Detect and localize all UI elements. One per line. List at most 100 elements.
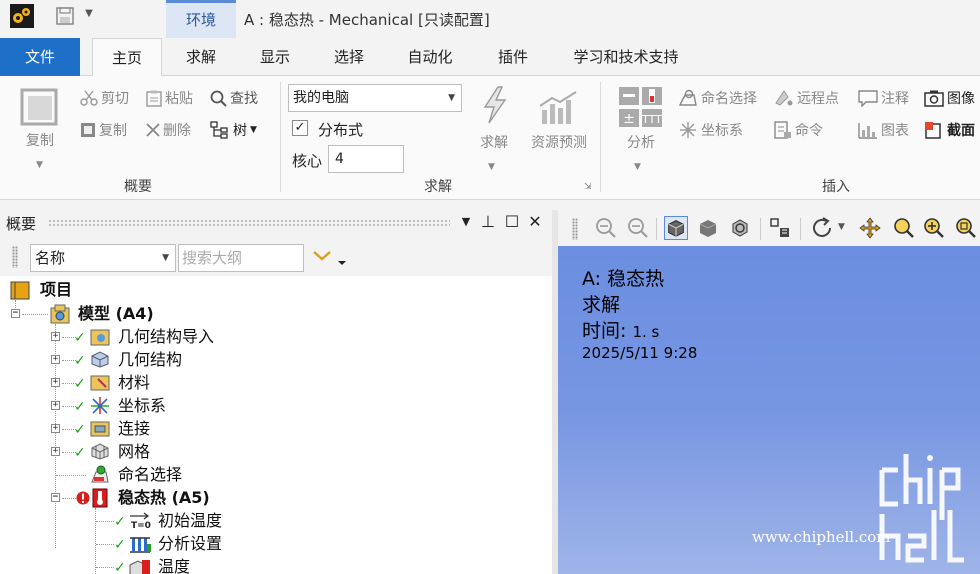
panel-drag-grip[interactable]: [48, 219, 450, 227]
solve-lightning-icon[interactable]: [480, 86, 510, 124]
tree-item-initial-temperature[interactable]: ✓ T=0 初始温度: [0, 509, 300, 532]
tab-plugins[interactable]: 插件: [478, 38, 548, 76]
chart-button[interactable]: 图表: [858, 120, 909, 140]
resource-predict-label[interactable]: 资源预测: [522, 132, 596, 152]
expand-icon[interactable]: +: [51, 401, 60, 410]
outline-group-label: 概要: [124, 179, 152, 195]
graphics-viewport[interactable]: A: 稳态热 求解 时间: 1. s 2025/5/11 9:28 www.ch…: [558, 246, 980, 574]
cores-input[interactable]: 4: [328, 145, 404, 173]
solve-machine-select[interactable]: 我的电脑 ▼: [288, 84, 462, 112]
tab-solve[interactable]: 求解: [166, 38, 236, 76]
tab-selection[interactable]: 选择: [314, 38, 384, 76]
zoom-icon[interactable]: [892, 216, 916, 240]
status-check-icon: ✓: [74, 330, 86, 346]
find-label: 查找: [230, 91, 258, 107]
mechanical-app-logo-icon[interactable]: [10, 4, 34, 28]
tree-item-analysis-settings[interactable]: ✓ 分析设置: [0, 532, 300, 555]
tree-item-mesh[interactable]: + ✓ 网格: [0, 440, 300, 463]
shaded-icon[interactable]: [696, 216, 720, 240]
image-label: 图像: [947, 91, 975, 107]
rotate-icon[interactable]: [810, 216, 834, 240]
pin-icon[interactable]: ⊥: [478, 212, 498, 231]
copy-large-label[interactable]: 复制: [18, 130, 62, 150]
expand-icon[interactable]: +: [51, 355, 60, 364]
collapse-icon[interactable]: −: [51, 493, 60, 502]
geometry-import-icon: [90, 329, 110, 346]
tree-item-label: 材料: [118, 373, 151, 392]
tab-automation[interactable]: 自动化: [390, 38, 470, 76]
panel-menu-dropdown-icon[interactable]: ▼: [456, 215, 476, 228]
tree-item-materials[interactable]: + ✓ 材料: [0, 371, 300, 394]
solve-dropdown-icon[interactable]: ▼: [488, 162, 495, 172]
context-tab-environment[interactable]: 环境: [166, 0, 236, 38]
zoom-box-icon[interactable]: [922, 216, 946, 240]
tree-item-model[interactable]: − 模型 (A4): [0, 302, 300, 325]
expand-icon[interactable]: +: [51, 447, 60, 456]
maximize-icon[interactable]: ☐: [502, 212, 522, 231]
outline-panel-header: 概要 ▼ ⊥ ☐ ✕: [0, 210, 552, 236]
paste-label: 粘贴: [165, 91, 193, 107]
shaded-with-edges-icon[interactable]: [664, 216, 688, 240]
tree-item-project[interactable]: 项目: [0, 278, 300, 301]
outline-filter-select[interactable]: 名称 ▼: [30, 244, 176, 272]
duplicate-button[interactable]: 复制: [80, 120, 127, 140]
quick-access-dropdown-icon[interactable]: ▼: [82, 6, 96, 22]
outline-panel-title: 概要: [6, 215, 37, 233]
tree-item-coordinate-systems[interactable]: + ✓ 坐标系: [0, 394, 300, 417]
zoom-to-fit-icon[interactable]: [954, 216, 978, 240]
annotation-button[interactable]: 注释: [858, 88, 909, 108]
close-icon[interactable]: ✕: [525, 212, 545, 231]
coordinate-system-button[interactable]: 坐标系: [678, 120, 743, 140]
tree-item-steady-state-thermal[interactable]: − 稳态热 (A5): [0, 486, 300, 509]
tree-item-named-selections[interactable]: 命名选择: [0, 463, 300, 486]
rotate-dropdown-icon[interactable]: ▼: [838, 222, 845, 232]
paste-button[interactable]: 粘贴: [146, 88, 193, 108]
expand-icon[interactable]: +: [51, 424, 60, 433]
section-button[interactable]: 截面: [924, 120, 975, 140]
cut-button[interactable]: 剪切: [80, 88, 129, 108]
analysis-label[interactable]: 分析: [620, 132, 662, 152]
tree-item-temperature[interactable]: ✓ 温度: [0, 555, 300, 574]
tree-button[interactable]: 树 ▼: [210, 120, 257, 140]
dialog-launcher-icon[interactable]: ⇲: [584, 182, 592, 192]
zoom-fit-icon[interactable]: [626, 216, 650, 240]
search-options-chevron-icon[interactable]: [312, 246, 350, 270]
pan-icon[interactable]: [858, 216, 882, 240]
tree-item-geometry-import[interactable]: + ✓ 几何结构导入: [0, 325, 300, 348]
zoom-out-icon[interactable]: [594, 216, 618, 240]
expand-icon[interactable]: +: [51, 378, 60, 387]
collapse-icon[interactable]: −: [11, 309, 20, 318]
tab-home[interactable]: 主页: [92, 38, 162, 77]
tab-file[interactable]: 文件: [0, 38, 80, 76]
delete-button[interactable]: 删除: [146, 120, 191, 140]
tree-item-connections[interactable]: + ✓ 连接: [0, 417, 300, 440]
remote-point-button[interactable]: 远程点: [774, 88, 839, 108]
analysis-dropdown-icon[interactable]: ▼: [634, 162, 641, 172]
named-selection-button[interactable]: 命名选择: [678, 88, 757, 108]
materials-folder-icon: [90, 375, 110, 391]
image-button[interactable]: 图像: [924, 88, 975, 108]
expand-icon[interactable]: +: [51, 332, 60, 341]
toolbar-grip[interactable]: [12, 246, 18, 268]
tab-learning-support[interactable]: 学习和技术支持: [556, 38, 696, 76]
tree-icon: [210, 121, 228, 139]
distributed-checkbox[interactable]: ✓: [292, 120, 308, 136]
wireframe-rotate-icon[interactable]: [728, 216, 752, 240]
display-edges-icon[interactable]: [768, 216, 792, 240]
tab-display[interactable]: 显示: [240, 38, 310, 76]
copy-large-icon[interactable]: [20, 88, 60, 128]
copy-dropdown-icon[interactable]: ▼: [36, 160, 43, 170]
outline-filter-value: 名称: [35, 249, 66, 267]
project-book-icon: [10, 281, 30, 300]
solve-button-label[interactable]: 求解: [474, 132, 514, 152]
outline-search-input[interactable]: 搜索大纲: [178, 244, 304, 272]
resource-predict-icon[interactable]: [538, 90, 580, 126]
analysis-icon[interactable]: ± TTT: [618, 86, 664, 130]
toolbar-grip[interactable]: [572, 218, 578, 240]
tree-item-label: 命名选择: [118, 465, 183, 484]
command-button[interactable]: 命令: [774, 120, 823, 140]
save-icon[interactable]: [56, 7, 74, 25]
find-button[interactable]: 查找: [210, 88, 258, 108]
tree-item-geometry[interactable]: + ✓ 几何结构: [0, 348, 300, 371]
scissors-icon: [80, 90, 98, 106]
